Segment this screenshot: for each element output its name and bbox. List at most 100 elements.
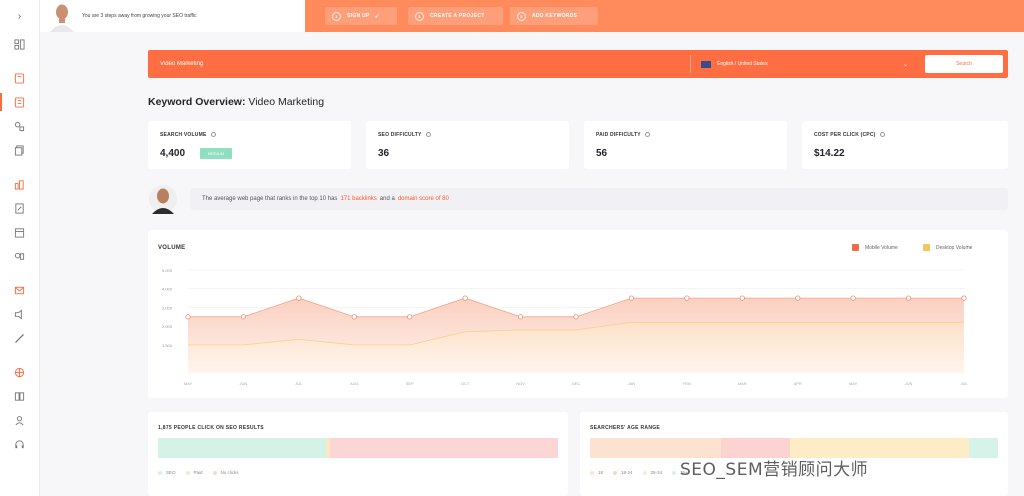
legend-dot <box>185 470 190 475</box>
x-tick-label: JUN <box>905 381 913 386</box>
bar-segment[interactable] <box>158 438 326 458</box>
domain-score-link[interactable]: domain score of 80 <box>398 196 449 202</box>
calendar-icon <box>14 227 25 238</box>
tip-text: The average web page that ranks in the t… <box>202 196 338 202</box>
grid-icon <box>14 121 25 131</box>
step-label: Add keywords <box>532 13 578 19</box>
info-icon[interactable] <box>644 132 650 138</box>
legend-dot <box>642 470 647 475</box>
x-tick-label: AUG <box>350 381 359 386</box>
legend-label: 18-24 <box>621 470 633 475</box>
x-tick-label: JUL <box>960 381 968 386</box>
search-button[interactable]: Search <box>925 55 1003 73</box>
legend-mobile[interactable]: Mobile Volume <box>852 244 898 251</box>
metric-label: COST PER CLICK (CPC) <box>814 132 885 138</box>
check-icon: ✓ <box>374 13 380 20</box>
dashboard-icon <box>14 38 25 50</box>
bar-segment[interactable] <box>969 438 998 458</box>
y-tick-label: 5,000 <box>162 268 173 273</box>
clicks-stacked-bar <box>158 438 558 458</box>
mobile-volume-point <box>795 295 801 301</box>
avatar[interactable] <box>42 0 76 32</box>
metric-label: PAID DIFFICULTY <box>596 132 650 138</box>
sidebar-item-support[interactable] <box>0 432 40 456</box>
backlinks-link[interactable]: 171 backlinks <box>340 196 376 202</box>
y-tick-label: 3,000 <box>162 305 173 310</box>
legend-desktop[interactable]: Desktop Volume <box>923 244 972 251</box>
sidebar-item-backlinks[interactable] <box>0 138 40 162</box>
sidebar-item-reports[interactable] <box>0 220 40 244</box>
legend-label: Paid <box>193 470 203 475</box>
document-icon <box>14 72 25 84</box>
step-number: 2 <box>415 11 424 21</box>
legend-dot <box>672 470 677 475</box>
panel-title: SEARCHERS' AGE RANGE <box>590 425 661 431</box>
mobile-volume-point <box>185 314 191 320</box>
x-tick-label: JUN <box>240 381 248 386</box>
sidebar-item-seo-analyzer[interactable] <box>0 66 40 90</box>
chevron-right-icon: › <box>17 10 22 22</box>
sidebar-item-consulting[interactable] <box>0 408 40 432</box>
traffic-icon <box>14 252 25 260</box>
keyword-input[interactable] <box>154 55 694 73</box>
keyword-search-bar: English / United States ⌄ Search <box>148 50 1008 78</box>
step-create-project-button[interactable]: 2 Create a project <box>408 7 503 25</box>
info-icon[interactable] <box>425 132 431 138</box>
x-tick-label: NOV <box>516 381 525 386</box>
volume-chart-panel: 1,500 2,000 3,000 4,000 5,000 MAY JUN JUL AUG SEP… <box>148 230 1008 398</box>
legend-swatch <box>852 244 859 251</box>
legend-item: 18 <box>590 470 603 475</box>
mobile-volume-point <box>905 295 912 301</box>
info-icon[interactable] <box>879 132 885 138</box>
sidebar-item-links[interactable] <box>0 326 40 350</box>
seo-difficulty-card: SEO DIFFICULTY 36 <box>366 121 569 169</box>
legend-dot <box>590 470 594 475</box>
mobile-volume-point <box>684 295 690 301</box>
mobile-volume-point <box>573 314 579 320</box>
x-tick-label: OCT <box>461 381 470 386</box>
paid-difficulty-card: PAID DIFFICULTY 56 <box>584 121 787 169</box>
sidebar-item-content-ideas[interactable] <box>0 114 40 138</box>
sidebar-item-dashboard[interactable] <box>0 32 40 56</box>
sidebar-item-rank-tracking[interactable] <box>0 172 40 196</box>
advisor-avatar <box>148 182 178 216</box>
mobile-volume-point <box>296 295 302 301</box>
backlink-tip: The average web page that ranks in the t… <box>190 188 1008 210</box>
sidebar-item-keyword-ideas[interactable] <box>0 90 40 114</box>
sidebar-item-guides[interactable] <box>0 384 40 408</box>
language-value: English / United States <box>717 61 768 67</box>
info-icon[interactable] <box>210 132 216 138</box>
legend-dot <box>212 470 217 475</box>
sidebar-item-email[interactable] <box>0 278 40 302</box>
y-tick-label: 2,000 <box>162 324 173 329</box>
legend-dot <box>158 470 162 475</box>
tip-text: and a <box>379 196 395 202</box>
page-title-prefix: Keyword Overview: <box>148 96 246 108</box>
app-root: › You are 3 steps away from growing your… <box>0 0 1024 496</box>
sidebar-item-training[interactable] <box>0 360 40 384</box>
top-bar: You are 3 steps away from growing your S… <box>40 0 1024 32</box>
step-add-keywords-button[interactable]: 3 Add keywords <box>510 7 598 25</box>
sidebar-item-traffic[interactable] <box>0 244 40 268</box>
expand-sidebar-button[interactable]: › <box>0 0 39 32</box>
legend-label: No clicks <box>220 470 239 475</box>
panel-title: 1,875 PEOPLE CLICK ON SEO RESULTS <box>158 425 264 431</box>
legend-item: Paid <box>185 470 203 475</box>
x-tick-label: DEC <box>572 381 581 386</box>
legend-label: 25-34 <box>650 470 663 475</box>
x-tick-label: APR <box>794 381 802 386</box>
mobile-volume-point <box>462 295 468 301</box>
sidebar-item-subscribers[interactable] <box>0 302 40 326</box>
mobile-volume-point <box>961 295 967 301</box>
bar-segment[interactable] <box>330 438 558 458</box>
mobile-volume-point <box>240 314 247 320</box>
language-select[interactable]: English / United States ⌄ <box>690 55 916 73</box>
seo-clicks-panel: 1,875 PEOPLE CLICK ON SEO RESULTS SEO Pai… <box>148 412 568 496</box>
x-tick-label: MAY <box>184 381 193 386</box>
clicks-legend: SEO Paid No clicks <box>158 470 249 475</box>
step-sign-up-button[interactable]: 1 Sign Up ✓ <box>325 7 397 25</box>
sidebar-item-site-audit[interactable] <box>0 196 40 220</box>
user-box: You are 3 steps away from growing your S… <box>40 0 305 32</box>
y-tick-label: 4,000 <box>162 287 173 292</box>
audit-icon <box>15 202 24 214</box>
